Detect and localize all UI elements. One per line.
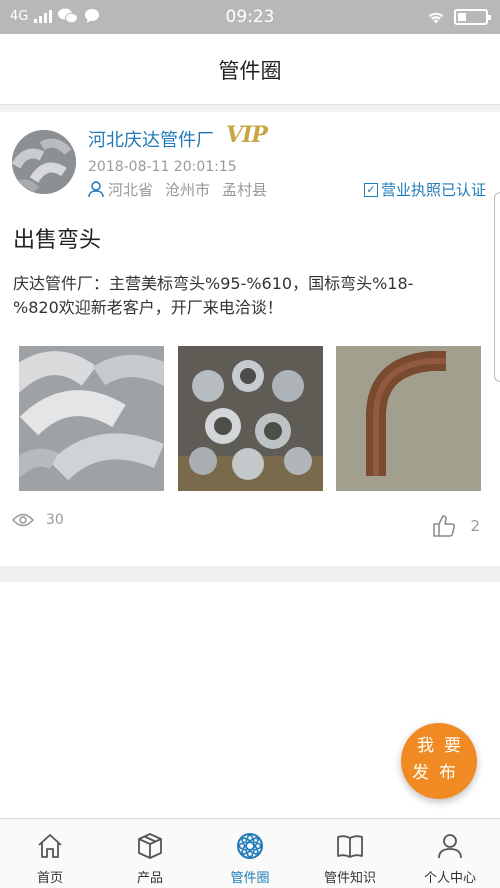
tab-products[interactable]: 产品: [100, 819, 200, 888]
vip-badge-icon: VIP: [226, 122, 268, 148]
tab-label: 管件知识: [323, 871, 376, 886]
checkmark-icon: ✓: [363, 182, 378, 197]
user-icon: [438, 834, 462, 859]
user-pin-icon: [88, 181, 104, 198]
bottom-tab-bar: 首页 产品 管件圈 管件知识 个人中心: [0, 818, 500, 888]
post-photo-3[interactable]: [336, 346, 481, 491]
like-button[interactable]: 2: [432, 514, 480, 538]
thumbs-up-icon[interactable]: [432, 514, 456, 538]
post-photo-1[interactable]: [19, 346, 164, 491]
tab-pipe-circle[interactable]: 管件圈: [200, 819, 300, 888]
section-divider: [0, 105, 500, 112]
post-card[interactable]: 河北庆达管件厂 VIP 2018-08-11 20:01:15 河北省 沧州市 …: [0, 112, 500, 566]
side-drawer-handle[interactable]: [494, 192, 500, 382]
company-avatar[interactable]: [12, 130, 76, 194]
post-photo-2[interactable]: [178, 346, 323, 491]
like-count: 2: [470, 517, 480, 535]
status-bar: 4G 09:23: [0, 0, 500, 34]
view-count: 30: [12, 512, 64, 528]
view-count-value: 30: [46, 512, 64, 528]
publish-button[interactable]: 我要发布: [401, 723, 477, 799]
post-time: 2018-08-11 20:01:15: [88, 159, 237, 175]
tab-profile[interactable]: 个人中心: [400, 819, 500, 888]
location-county: 孟村县: [222, 181, 268, 199]
tab-knowledge[interactable]: 管件知识: [300, 819, 400, 888]
location-city: 沧州市: [165, 181, 211, 199]
eye-icon: [12, 513, 34, 527]
tab-home[interactable]: 首页: [0, 819, 100, 888]
post-title: 出售弯头: [13, 228, 102, 253]
status-time: 09:23: [225, 7, 275, 27]
post-content: 庆达管件厂：主营美标弯头%95-%610，国标弯头%18-%820欢迎新老客户，…: [13, 274, 414, 317]
box-icon: [138, 833, 162, 859]
location-province: 河北省: [108, 181, 154, 199]
company-name[interactable]: 河北庆达管件厂: [88, 126, 214, 152]
status-right: [426, 9, 491, 25]
license-verified-badge: ✓ 营业执照已认证: [363, 179, 486, 200]
book-icon: [337, 835, 363, 858]
page-title: 管件圈: [218, 59, 282, 83]
tab-label: 首页: [36, 871, 63, 886]
circle-hub-icon: [237, 833, 263, 859]
wifi-icon: [428, 12, 444, 24]
section-divider: [0, 566, 500, 582]
tab-label: 产品: [136, 871, 163, 886]
post-location: 河北省 沧州市 孟村县: [88, 179, 275, 200]
home-icon: [38, 834, 62, 858]
battery-icon: [454, 9, 491, 25]
tab-label: 管件圈: [230, 871, 270, 886]
tab-label: 个人中心: [423, 871, 476, 886]
verified-label: 营业执照已认证: [380, 181, 486, 199]
nav-bar: 管件圈: [0, 34, 500, 105]
